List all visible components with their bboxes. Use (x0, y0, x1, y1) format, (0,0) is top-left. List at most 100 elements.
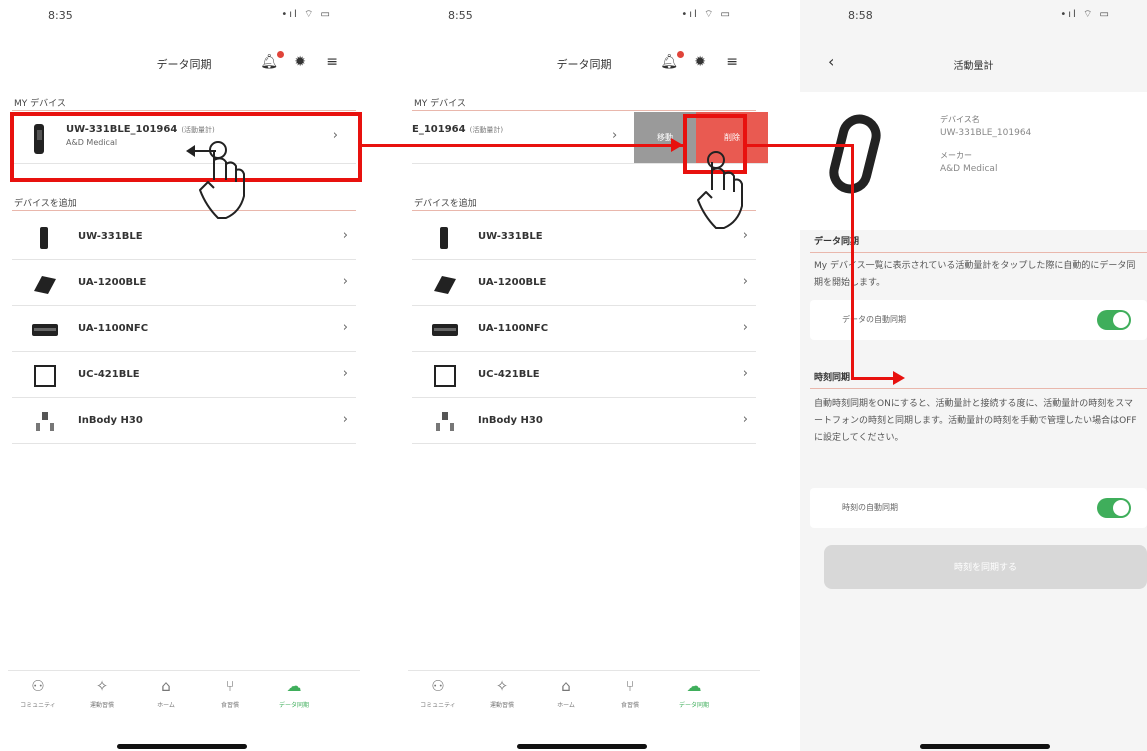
maker-value: A&D Medical (940, 164, 998, 174)
body-composition-icon (36, 412, 54, 431)
page-title: データ同期 (156, 58, 212, 71)
chevron-right-icon: › (742, 274, 748, 289)
status-time: 8:55 (448, 9, 473, 22)
arrow-line (747, 144, 853, 147)
community-icon: ⚇ (431, 677, 445, 695)
home-indicator (117, 744, 247, 749)
chevron-right-icon: › (742, 412, 748, 427)
swipe-left-arrow-head (186, 145, 195, 157)
arrow-line (851, 377, 895, 380)
device-row-ua1100nfc[interactable]: UA-1100NFC › (12, 308, 356, 352)
sync-time-button[interactable]: 時刻を同期する (824, 545, 1147, 589)
tab-bar: ⚇ コミュニティ ✧ 運動習慣 ⌂ ホーム ⑂ 食習慣 ☁ データ同期 (408, 670, 760, 726)
arrow-line (851, 144, 854, 380)
tab-activity[interactable]: ✧ 運動習慣 (472, 677, 532, 709)
blood-pressure-monitor-icon (32, 324, 58, 336)
home-icon: ⌂ (561, 677, 571, 695)
device-row-inbody-h30[interactable]: InBody H30 › (412, 400, 756, 444)
device-row-uc421ble[interactable]: UC-421BLE › (12, 354, 356, 398)
activity-tracker-icon (440, 227, 448, 249)
device-row-ua1200ble[interactable]: UA-1200BLE › (12, 262, 356, 306)
device-name: UC-421BLE (78, 369, 140, 380)
menu-icon[interactable]: ≡ (726, 54, 738, 70)
status-icons: •ıl ⌔ ▭ (681, 9, 732, 20)
chevron-right-icon: › (742, 320, 748, 335)
blood-pressure-monitor-icon (34, 276, 56, 294)
device-name: UA-1200BLE (478, 277, 547, 288)
tab-home[interactable]: ⌂ ホーム (136, 677, 196, 709)
device-row-uc421ble[interactable]: UC-421BLE › (412, 354, 756, 398)
toggle-knob (1113, 312, 1129, 328)
page-title: 活動量計 (953, 61, 994, 72)
device-row-uw331ble[interactable]: UW-331BLE › (12, 216, 356, 260)
time-sync-description: 自動時刻同期をONにすると、活動量計と接続する度に、活動量計の時刻をスマートフォ… (814, 399, 1137, 443)
auto-time-sync-label: 時刻の自動同期 (842, 503, 898, 512)
bell-icon[interactable]: 🔔︎ (660, 51, 684, 70)
section-divider (412, 110, 756, 111)
device-row-inbody-h30[interactable]: InBody H30 › (12, 400, 356, 444)
device-name: UC-421BLE (478, 369, 540, 380)
device-name: UW-331BLE (78, 231, 143, 242)
screen-device-list-swiped: 8:55 •ıl ⌔ ▭ データ同期 🔔︎ ✹ ≡ MY デバイス E_1019… (400, 0, 768, 751)
arrow-line (362, 144, 683, 147)
gear-icon[interactable]: ✹ (294, 54, 306, 70)
tab-meal[interactable]: ⑂ 食習慣 (600, 677, 660, 709)
add-device-label: デバイスを追加 (14, 199, 77, 209)
activity-icon: ✧ (95, 677, 109, 695)
auto-data-sync-row: データの自動同期 (810, 300, 1147, 340)
device-name-value: UW-331BLE_101964 (940, 128, 1032, 138)
tab-home[interactable]: ⌂ ホーム (536, 677, 596, 709)
add-device-label: デバイスを追加 (414, 199, 477, 209)
device-row-ua1200ble[interactable]: UA-1200BLE › (412, 262, 756, 306)
auto-data-sync-toggle[interactable] (1097, 310, 1131, 330)
my-devices-label: MY デバイス (414, 99, 466, 109)
tap-hand-icon (199, 141, 245, 219)
page-title: データ同期 (556, 58, 612, 71)
blood-pressure-monitor-icon (432, 324, 458, 336)
chevron-right-icon: › (342, 228, 348, 243)
menu-icon[interactable]: ≡ (326, 54, 338, 70)
data-sync-description: My デバイス一覧に表示されている活動量計をタップした際に自動的にデータ同期を開… (814, 261, 1136, 288)
tap-hand-icon (697, 151, 743, 229)
tab-community[interactable]: ⚇ コミュニティ (8, 677, 68, 709)
status-bar: 8:55 •ıl ⌔ ▭ (400, 0, 768, 30)
device-name: UA-1200BLE (78, 277, 147, 288)
device-name-label: デバイス名 (940, 115, 980, 124)
auto-time-sync-toggle[interactable] (1097, 498, 1131, 518)
arrow-head (671, 138, 683, 152)
status-time: 8:58 (848, 9, 873, 22)
device-name: InBody H30 (78, 415, 143, 426)
meal-icon: ⑂ (625, 677, 635, 695)
tab-data-sync[interactable]: ☁ データ同期 (264, 677, 324, 709)
tab-meal[interactable]: ⑂ 食習慣 (200, 677, 260, 709)
status-icons: •ıl ⌔ ▭ (281, 9, 332, 20)
bell-icon[interactable]: 🔔︎ (260, 51, 284, 70)
scale-icon (434, 365, 456, 387)
section-divider (810, 388, 1147, 389)
app-header: データ同期 🔔︎ ✹ ≡ (0, 48, 368, 78)
status-bar: 8:58 •ıl ⌔ ▭ (800, 0, 1147, 30)
section-divider (810, 252, 1147, 253)
activity-tracker-icon (40, 227, 48, 249)
app-header: データ同期 🔔︎ ✹ ≡ (400, 48, 768, 78)
device-name: InBody H30 (478, 415, 543, 426)
chevron-right-icon: › (342, 366, 348, 381)
section-divider (12, 210, 356, 211)
device-name: UA-1100NFC (78, 323, 149, 334)
home-indicator (517, 744, 647, 749)
tab-data-sync[interactable]: ☁ データ同期 (664, 677, 724, 709)
chevron-right-icon: › (612, 128, 618, 143)
scale-icon (34, 365, 56, 387)
status-time: 8:35 (48, 9, 73, 22)
device-row-ua1100nfc[interactable]: UA-1100NFC › (412, 308, 756, 352)
section-divider (12, 110, 356, 111)
auto-time-sync-row: 時刻の自動同期 (810, 488, 1147, 528)
chevron-right-icon: › (342, 320, 348, 335)
cloud-upload-icon: ☁ (286, 677, 302, 695)
home-icon: ⌂ (161, 677, 171, 695)
time-sync-heading: 時刻同期 (814, 373, 851, 383)
gear-icon[interactable]: ✹ (694, 54, 706, 70)
tab-community[interactable]: ⚇ コミュニティ (408, 677, 468, 709)
my-devices-label: MY デバイス (14, 99, 66, 109)
tab-activity[interactable]: ✧ 運動習慣 (72, 677, 132, 709)
